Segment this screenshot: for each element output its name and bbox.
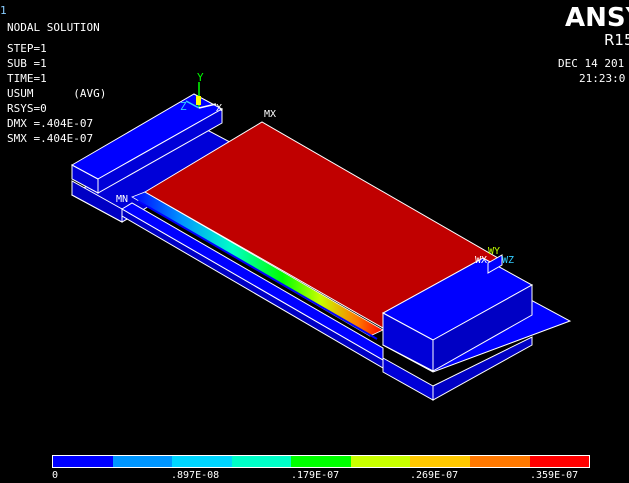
legend-swatch-8 bbox=[529, 456, 590, 467]
legend-swatch-5 bbox=[350, 456, 411, 467]
wz-marker: WZ bbox=[502, 255, 514, 266]
legend-swatch-6 bbox=[410, 456, 470, 467]
legend-swatch-0 bbox=[53, 456, 113, 467]
model-view[interactable]: Y Z X MX MN WX WY WZ bbox=[0, 0, 629, 450]
legend-label-2: .179E-07 bbox=[291, 470, 340, 481]
axis-x-label: X bbox=[216, 103, 222, 114]
legend-swatch-1 bbox=[112, 456, 173, 467]
legend-swatch-4 bbox=[291, 456, 351, 467]
legend-swatch-3 bbox=[231, 456, 292, 467]
axis-z-label: Z bbox=[180, 100, 187, 113]
legend-label-3: .269E-07 bbox=[410, 470, 459, 481]
legend-label-0: 0 bbox=[52, 470, 59, 481]
graphics-viewport[interactable]: 1 NODAL SOLUTION STEP=1 SUB =1 TIME=1 US… bbox=[0, 0, 629, 483]
contour-legend-bar bbox=[52, 455, 590, 468]
legend-label-4: .359E-07 bbox=[530, 470, 579, 481]
legend-swatch-2 bbox=[172, 456, 232, 467]
max-marker: MX bbox=[264, 109, 276, 120]
legend-swatch-7 bbox=[469, 456, 530, 467]
wx-marker: WX bbox=[475, 255, 487, 266]
axis-y-label: Y bbox=[197, 71, 204, 84]
min-marker: MN bbox=[116, 194, 128, 205]
wy-marker: WY bbox=[488, 246, 500, 257]
legend-label-1: .897E-08 bbox=[171, 470, 220, 481]
